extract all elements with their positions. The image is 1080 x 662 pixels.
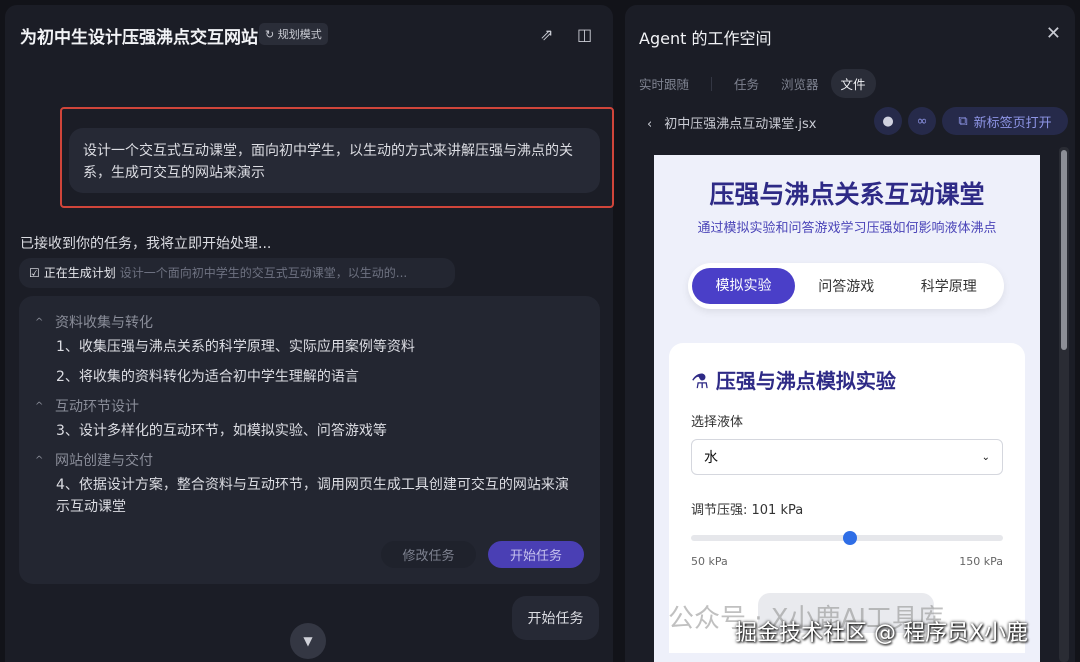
checklist-icon: ☑ (29, 266, 40, 280)
workspace-panel: Agent 的工作空间 ✕ 实时跟随 任务 浏览器 文件 ‹ 初中压强沸点互动课堂… (625, 5, 1075, 662)
scrollbar[interactable] (1059, 147, 1069, 662)
flask-icon: ⚗ (691, 369, 709, 393)
wechat-icon: ● (882, 114, 893, 129)
pressure-slider[interactable] (691, 535, 1003, 541)
plan-section[interactable]: ^资料收集与转化 (35, 312, 600, 332)
chevron-up-icon: ^ (35, 317, 55, 328)
tab-science[interactable]: 科学原理 (898, 276, 1001, 296)
workspace-tabs: 实时跟随 任务 浏览器 文件 (639, 69, 898, 98)
plan-item: 2、将收集的资料转化为适合初中学生理解的语言 (56, 366, 576, 388)
generating-preview: 设计一个面向初中学生的交互式互动课堂，以生动的... (120, 266, 407, 280)
plan-item: 4、依据设计方案，整合资料与互动环节，调用网页生成工具创建可交互的网站来演示互动… (56, 474, 576, 518)
tab-simulation[interactable]: 模拟实验 (692, 268, 795, 304)
plan-mode-icon: ↻ (265, 28, 274, 41)
open-new-tab-button[interactable]: ⧉ 新标签页打开 (942, 107, 1068, 135)
sidebar-toggle-icon[interactable]: ◫ (577, 25, 592, 44)
chevron-up-icon: ^ (35, 401, 55, 412)
liquid-value: 水 (704, 447, 718, 467)
tab-browser[interactable]: 浏览器 (781, 74, 819, 93)
tab-live[interactable]: 实时跟随 (639, 74, 689, 93)
copy-link-button[interactable]: ∞ (908, 107, 936, 135)
slider-min-label: 50 kPa (691, 555, 728, 568)
tab-files[interactable]: 文件 (831, 69, 876, 98)
preview-tabs: 模拟实验 问答游戏 科学原理 (688, 263, 1004, 309)
divider (711, 77, 712, 91)
liquid-select[interactable]: 水⌄ (691, 439, 1003, 475)
share-icon[interactable]: ⇗ (540, 25, 553, 44)
tab-tasks[interactable]: 任务 (734, 74, 759, 93)
edit-task-button[interactable]: 修改任务 (381, 541, 476, 568)
plan-mode-badge[interactable]: ↻ 规划模式 (259, 23, 328, 45)
tab-quiz[interactable]: 问答游戏 (795, 276, 898, 296)
link-icon: ∞ (917, 114, 928, 129)
chevron-up-icon: ^ (35, 455, 55, 466)
workspace-title: Agent 的工作空间 (639, 25, 771, 49)
file-preview: 压强与沸点关系互动课堂 通过模拟实验和问答游戏学习压强如何影响液体沸点 模拟实验… (654, 155, 1040, 662)
plan-item: 3、设计多样化的互动环节，如模拟实验、问答游戏等 (56, 420, 576, 442)
card-title-text: 压强与沸点模拟实验 (716, 369, 896, 393)
scroll-down-button[interactable]: ▼ (290, 623, 326, 659)
start-task-button[interactable]: 开始任务 (488, 541, 584, 568)
card-title: ⚗ 压强与沸点模拟实验 (691, 365, 896, 394)
chat-panel: 为初中生设计压强沸点交互网站 ↻ 规划模式 ⇗ ◫ 设计一个交互式互动课堂，面向… (5, 5, 613, 662)
pressure-label: 调节压强: 101 kPa (691, 499, 803, 518)
file-header: ‹ 初中压强沸点互动课堂.jsx (647, 113, 816, 132)
generating-plan-status[interactable]: ☑ 正在生成计划设计一个面向初中学生的交互式互动课堂，以生动的... (19, 258, 455, 288)
plan-section[interactable]: ^网站创建与交付 (35, 450, 600, 470)
external-link-icon: ⧉ (958, 114, 967, 129)
open-new-tab-label: 新标签页打开 (974, 112, 1052, 131)
section-title: 网站创建与交付 (55, 450, 153, 470)
plan-item: 1、收集压强与沸点关系的科学原理、实际应用案例等资料 (56, 336, 576, 358)
conversation-title: 为初中生设计压强沸点交互网站 (20, 23, 258, 48)
section-title: 互动环节设计 (55, 396, 139, 416)
scrollbar-thumb[interactable] (1061, 150, 1067, 350)
watermark-juejin: 掘金技术社区 @ 程序员X小鹿 (735, 615, 1028, 647)
chevron-down-icon: ▼ (303, 634, 312, 648)
ack-message: 已接收到你的任务，我将立即开始处理... (20, 233, 271, 253)
plan-mode-label: 规划模式 (278, 28, 322, 41)
slider-thumb[interactable] (843, 531, 857, 545)
chevron-down-icon: ⌄ (982, 452, 990, 463)
user-reply-bubble: 开始任务 (512, 596, 599, 640)
file-name: 初中压强沸点互动课堂.jsx (664, 117, 816, 132)
preview-subtitle: 通过模拟实验和问答游戏学习压强如何影响液体沸点 (654, 217, 1040, 236)
slider-max-label: 150 kPa (959, 555, 1003, 568)
close-icon[interactable]: ✕ (1046, 23, 1061, 44)
section-title: 资料收集与转化 (55, 312, 153, 332)
generating-label: 正在生成计划 (44, 266, 116, 280)
plan-card: ^资料收集与转化 1、收集压强与沸点关系的科学原理、实际应用案例等资料 2、将收… (19, 296, 600, 584)
plan-section[interactable]: ^互动环节设计 (35, 396, 600, 416)
back-icon[interactable]: ‹ (647, 117, 652, 132)
liquid-label: 选择液体 (691, 411, 743, 430)
user-prompt-bubble: 设计一个交互式互动课堂，面向初中学生，以生动的方式来讲解压强与沸点的关系，生成可… (69, 128, 600, 193)
wechat-share-button[interactable]: ● (874, 107, 902, 135)
preview-title: 压强与沸点关系互动课堂 (654, 175, 1040, 211)
